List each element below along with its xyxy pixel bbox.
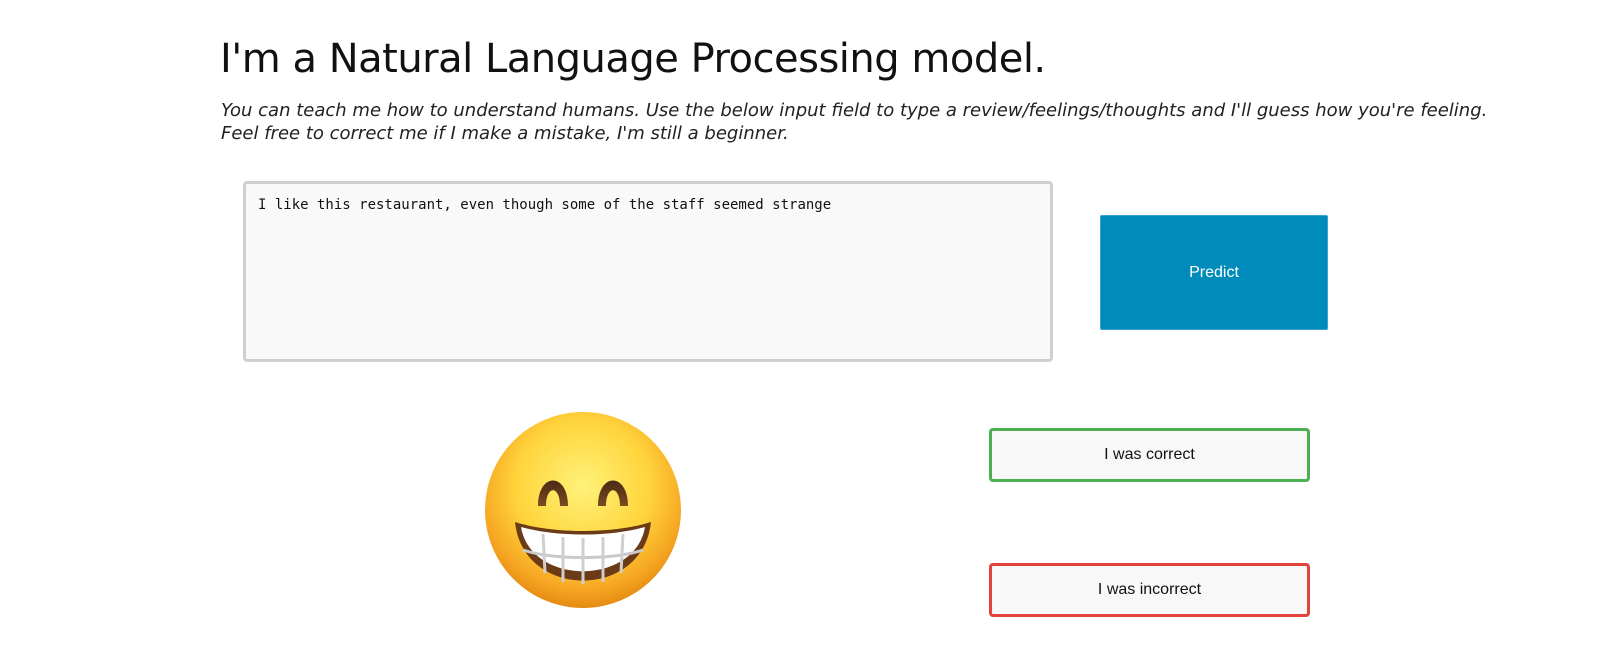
intro-text: You can teach me how to understand human… [221, 99, 1488, 145]
incorrect-button[interactable]: I was incorrect [989, 563, 1310, 617]
intro-line-2: Feel free to correct me if I make a mist… [221, 123, 789, 144]
page-title: I'm a Natural Language Processing model. [220, 36, 1046, 82]
intro-line-1: You can teach me how to understand human… [221, 100, 1488, 121]
prediction-emoji [483, 410, 683, 610]
review-input[interactable]: I like this restaurant, even though some… [243, 181, 1053, 362]
correct-button[interactable]: I was correct [989, 428, 1310, 482]
grinning-face-with-smiling-eyes-icon [485, 412, 681, 608]
predict-button[interactable]: Predict [1100, 215, 1328, 330]
